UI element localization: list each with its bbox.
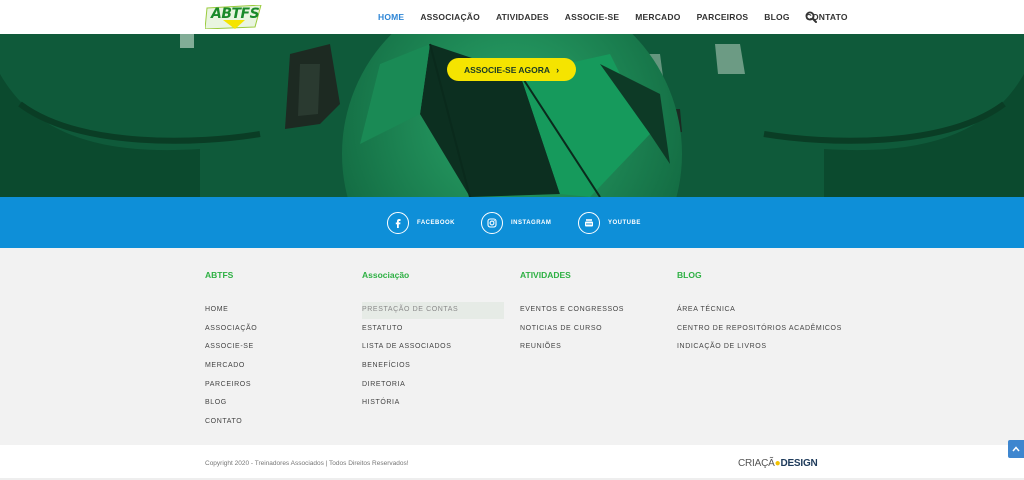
footer-link-mercado[interactable]: MERCADO bbox=[205, 362, 257, 381]
column-title: BLOG bbox=[677, 270, 702, 280]
column-title: Associação bbox=[362, 270, 410, 280]
footer-column-atividades: ATIVIDADES EVENTOS E CONGRESSOS NOTICIAS… bbox=[520, 270, 624, 362]
nav-home[interactable]: HOME bbox=[378, 12, 404, 22]
search-icon[interactable] bbox=[805, 11, 817, 23]
footer-link-parceiros[interactable]: PARCEIROS bbox=[205, 381, 257, 400]
footer-link-associe-se[interactable]: ASSOCIE-SE bbox=[205, 343, 257, 362]
footer-link-contato[interactable]: CONTATO bbox=[205, 418, 257, 437]
footer-link-noticias-de-curso[interactable]: NOTICIAS DE CURSO bbox=[520, 325, 624, 344]
youtube-icon bbox=[578, 212, 600, 234]
footer-link-reunioes[interactable]: REUNIÕES bbox=[520, 343, 624, 362]
footer-link-centro-de-repositorios[interactable]: CENTRO DE REPOSITÓRIOS ACADÊMICOS bbox=[677, 325, 842, 344]
social-bar: FACEBOOK INSTAGRAM YOUTUBE bbox=[0, 197, 1024, 248]
instagram-label: INSTAGRAM bbox=[511, 220, 552, 226]
footer-links: ABTFS HOME ASSOCIAÇÃO ASSOCIE-SE MERCADO… bbox=[0, 248, 1024, 445]
credit-right: DESIGN bbox=[780, 458, 818, 469]
footer-link-blog[interactable]: BLOG bbox=[205, 399, 257, 418]
instagram-link[interactable]: INSTAGRAM bbox=[481, 212, 551, 234]
associe-se-agora-button[interactable]: ASSOCIE-SE AGORA › bbox=[447, 58, 576, 81]
footer-column-abtfs: ABTFS HOME ASSOCIAÇÃO ASSOCIE-SE MERCADO… bbox=[205, 270, 257, 437]
youtube-link[interactable]: YOUTUBE bbox=[578, 212, 641, 234]
nav-associacao[interactable]: ASSOCIAÇÃO bbox=[420, 12, 480, 22]
chevron-up-icon bbox=[1012, 446, 1020, 452]
logo-text: ABTFS bbox=[211, 6, 260, 22]
footer-link-indicacao-de-livros[interactable]: INDICAÇÃO DE LIVROS bbox=[677, 343, 842, 362]
back-to-top-button[interactable] bbox=[1008, 440, 1024, 458]
footer-link-estatuto[interactable]: ESTATUTO bbox=[362, 325, 504, 344]
facebook-label: FACEBOOK bbox=[417, 220, 456, 226]
design-credit[interactable]: CRIAÇÃ●DESIGN bbox=[738, 458, 818, 469]
footer-link-diretoria[interactable]: DIRETORIA bbox=[362, 381, 504, 400]
nav-blog[interactable]: BLOG bbox=[764, 12, 789, 22]
bottom-bar: Copyright 2020 - Treinadores Associados … bbox=[0, 445, 1024, 480]
chevron-right-icon: › bbox=[556, 64, 560, 75]
facebook-icon bbox=[387, 212, 409, 234]
nav-associe-se[interactable]: ASSOCIE-SE bbox=[565, 12, 619, 22]
footer-link-beneficios[interactable]: BENEFÍCIOS bbox=[362, 362, 504, 381]
footer-link-eventos[interactable]: EVENTOS E CONGRESSOS bbox=[520, 306, 624, 325]
copyright-text: Copyright 2020 - Treinadores Associados … bbox=[205, 460, 409, 467]
cta-label: ASSOCIE-SE AGORA bbox=[463, 64, 551, 75]
nav-parceiros[interactable]: PARCEIROS bbox=[697, 12, 749, 22]
facebook-link[interactable]: FACEBOOK bbox=[387, 212, 455, 234]
footer-column-blog: BLOG ÁREA TÉCNICA CENTRO DE REPOSITÓRIOS… bbox=[677, 270, 842, 362]
column-title: ATIVIDADES bbox=[520, 270, 571, 280]
hero-banner: ASSOCIE-SE AGORA › bbox=[0, 34, 1024, 197]
credit-left: CRIAÇÃ bbox=[738, 458, 775, 469]
youtube-label: YOUTUBE bbox=[608, 220, 641, 226]
nav-mercado[interactable]: MERCADO bbox=[635, 12, 680, 22]
footer-column-associacao: Associação PRESTAÇÃO DE CONTAS ESTATUTO … bbox=[362, 270, 504, 418]
footer-link-historia[interactable]: HISTÓRIA bbox=[362, 399, 504, 418]
site-header: ABTFS HOME ASSOCIAÇÃO ATIVIDADES ASSOCIE… bbox=[0, 0, 1024, 34]
footer-link-area-tecnica[interactable]: ÁREA TÉCNICA bbox=[677, 306, 842, 325]
logo[interactable]: ABTFS bbox=[205, 3, 263, 30]
footer-link-home[interactable]: HOME bbox=[205, 306, 257, 325]
column-title: ABTFS bbox=[205, 270, 234, 280]
footer-link-lista-de-associados[interactable]: LISTA DE ASSOCIADOS bbox=[362, 343, 504, 362]
nav-atividades[interactable]: ATIVIDADES bbox=[496, 12, 549, 22]
footer-link-prestacao-de-contas[interactable]: PRESTAÇÃO DE CONTAS bbox=[362, 302, 504, 319]
instagram-icon bbox=[481, 212, 503, 234]
main-nav: HOME ASSOCIAÇÃO ATIVIDADES ASSOCIE-SE ME… bbox=[378, 0, 864, 34]
footer-link-associacao[interactable]: ASSOCIAÇÃO bbox=[205, 325, 257, 344]
